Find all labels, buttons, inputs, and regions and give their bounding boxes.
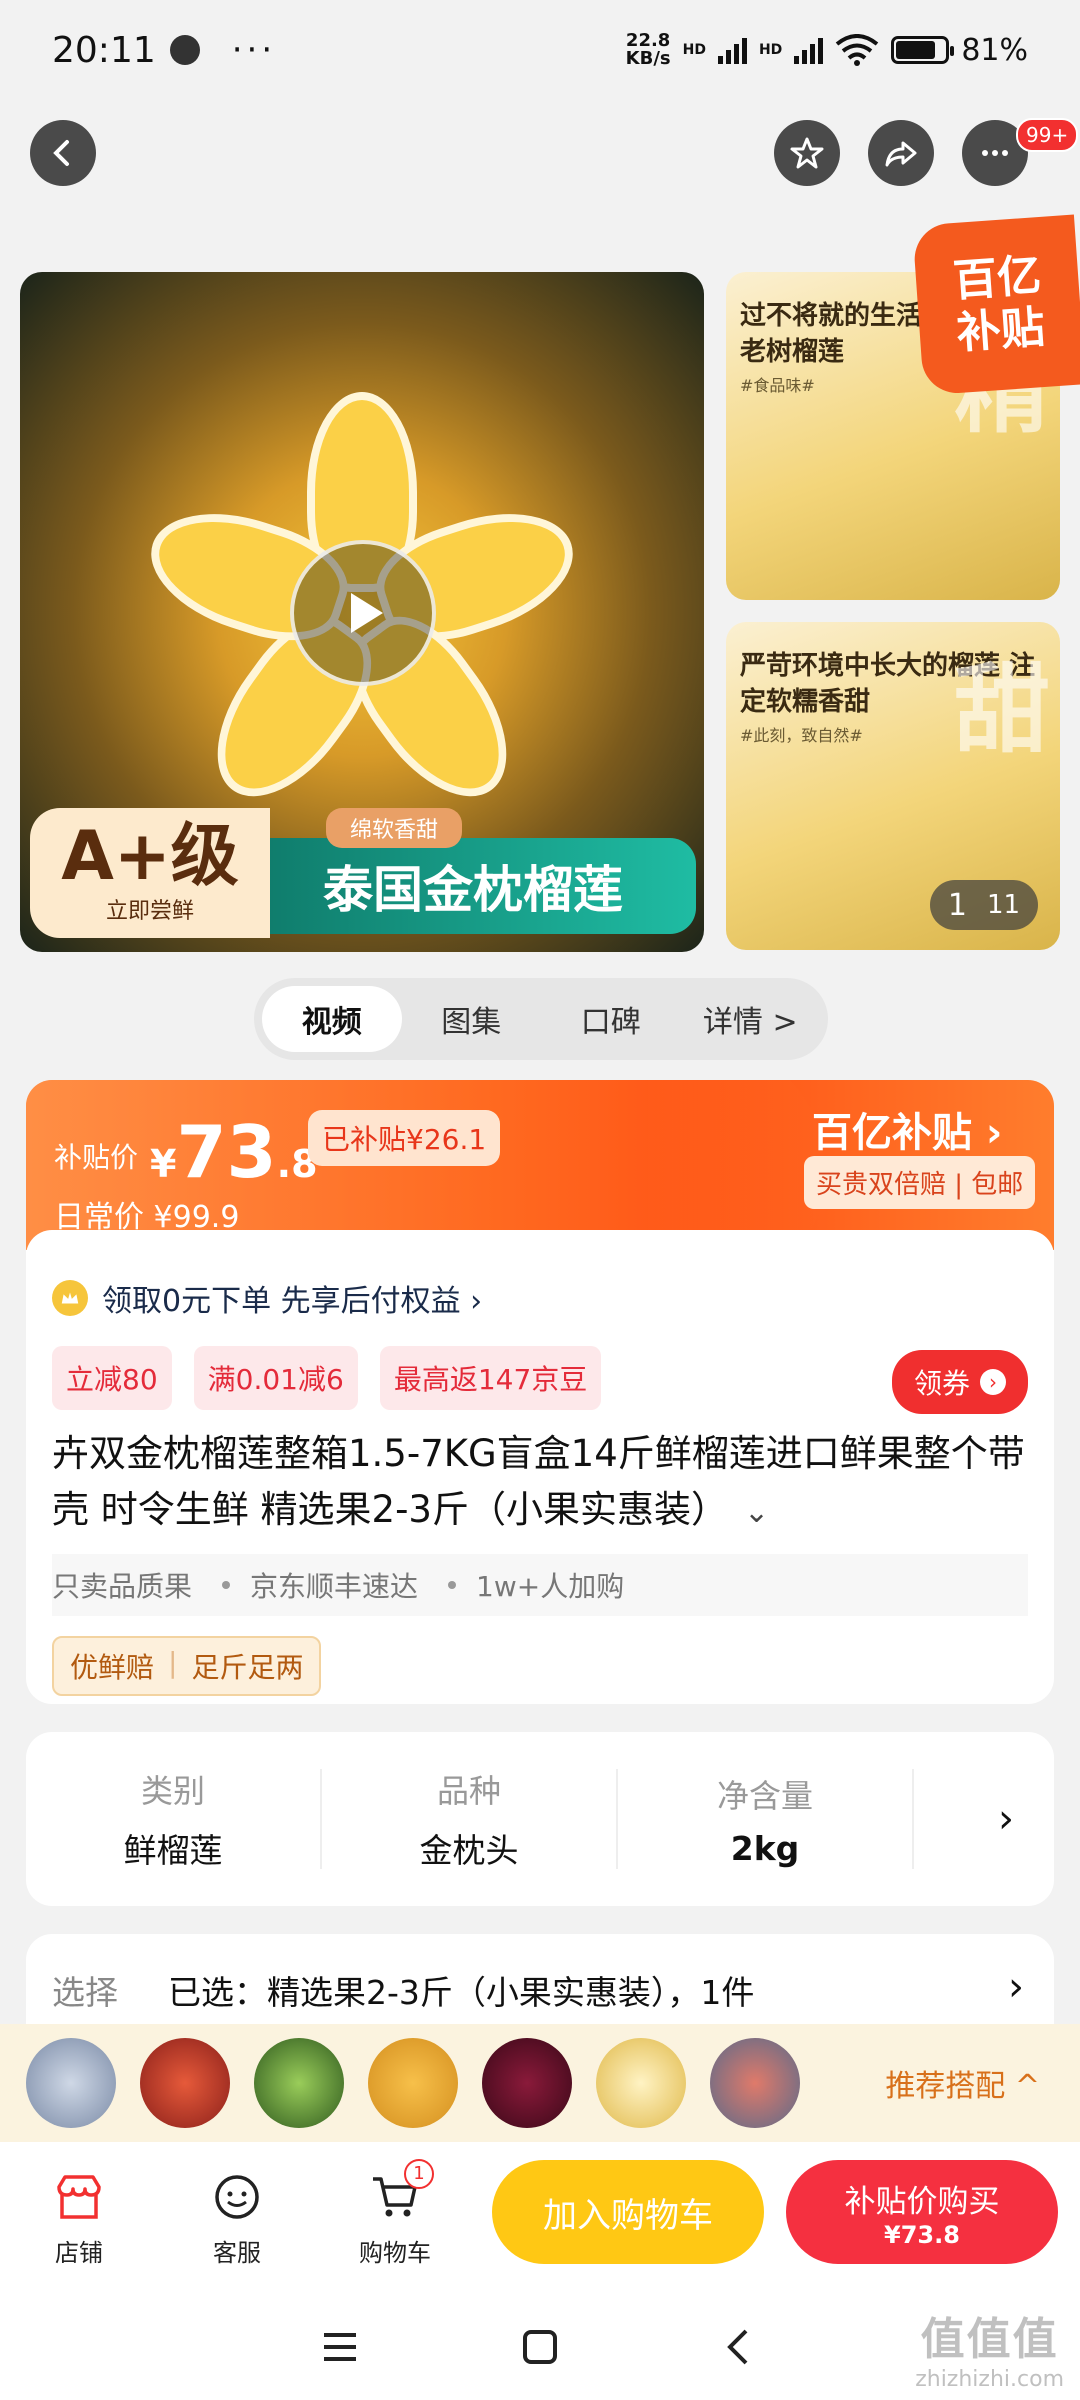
wifi-icon	[836, 34, 879, 66]
specs-card[interactable]: 类别 鲜榴莲 品种 金枕头 净含量 2kg ›	[26, 1732, 1054, 1906]
customer-service-button[interactable]: 客服	[158, 2169, 316, 2268]
service-tags[interactable]: 优鲜赔 | 足斤足两	[52, 1636, 322, 1696]
price-card: 补贴价 ¥ 73 .8 已补贴¥26.1 日常价 ¥99.9 百亿补贴 › 买贵…	[26, 1080, 1054, 1250]
favorite-button[interactable]	[774, 120, 840, 186]
status-time: 20:11	[52, 29, 156, 71]
feature-item: 1w+人加购	[476, 1570, 625, 1603]
main-product-video[interactable]: 泰国金枕榴莲 A+级 立即尝鲜 绵软香甜	[20, 272, 704, 952]
selected-option: 已选：精选果2-3斤（小果实惠装），1件	[168, 1973, 755, 2012]
chevron-right-icon: ›	[980, 1369, 1006, 1395]
watermark: 值值值 zhizhizhi.com	[915, 2314, 1064, 2392]
thumb-big-char: 甜	[954, 653, 1050, 766]
net-speed: 22.8 KB/s	[625, 30, 671, 69]
product-banner: 泰国金枕榴莲	[250, 838, 696, 934]
store-icon	[57, 2174, 101, 2219]
subsidy-price-label: 补贴价	[54, 1141, 139, 1174]
subsidy-logo[interactable]: 百亿补贴 ›	[812, 1100, 1002, 1158]
tab-gallery[interactable]: 图集	[402, 986, 542, 1052]
status-bar: 20:11 ··· 22.8 KB/s HD HD 81%	[0, 0, 1080, 100]
cart-count-badge: 1	[404, 2158, 434, 2189]
play-icon	[351, 593, 383, 633]
reco-thumb[interactable]	[254, 2038, 344, 2128]
signal-icon-2	[794, 36, 824, 64]
share-button[interactable]	[868, 120, 934, 186]
battery-icon	[891, 36, 955, 64]
menu-icon[interactable]	[318, 2325, 362, 2369]
more-notifications-icon: ···	[231, 30, 277, 70]
add-to-cart-button[interactable]: 加入购物车	[492, 2160, 764, 2264]
more-dots-icon	[982, 150, 1008, 156]
media-tabs: 视频 图集 口碑 详情 >	[254, 978, 828, 1060]
spec-variety: 品种 金枕头	[322, 1769, 618, 1870]
feature-list: 只卖品质果 京东顺丰速达 1w+人加购	[52, 1554, 1028, 1616]
get-coupon-button[interactable]: 领券 ›	[891, 1350, 1028, 1414]
pay-later-link[interactable]: 领取0元下单 先享后付权益 ›	[52, 1276, 482, 1320]
back-nav-icon[interactable]	[718, 2325, 762, 2369]
battery-percent: 81%	[961, 32, 1028, 68]
back-button[interactable]	[30, 120, 96, 186]
product-title: 卉双金枕榴莲整箱1.5-7KG盲盒14斤鲜榴莲进口鲜果整个带壳 时令生鲜 精选果…	[52, 1426, 1032, 1541]
home-icon[interactable]	[518, 2325, 562, 2369]
grade-badge: A+级 立即尝鲜	[30, 808, 270, 938]
star-icon	[790, 137, 824, 169]
chevron-down-icon[interactable]: ⌄	[744, 1485, 769, 1541]
image-counter: 1 11	[930, 880, 1038, 930]
reco-thumb[interactable]	[596, 2038, 686, 2128]
coupon-tag[interactable]: 满0.01减6	[193, 1346, 358, 1410]
coupon-list: 立减80 满0.01减6 最高返147京豆	[52, 1346, 602, 1410]
reco-thumb[interactable]	[140, 2038, 230, 2128]
play-button[interactable]	[290, 540, 436, 686]
reco-thumb[interactable]	[26, 2038, 116, 2128]
message-badge: 99+	[1016, 118, 1079, 152]
coupon-tag[interactable]: 最高返147京豆	[379, 1346, 602, 1410]
chevron-left-icon	[53, 140, 69, 166]
spec-net-weight: 净含量 2kg	[618, 1769, 914, 1869]
chat-smile-icon	[215, 2174, 259, 2219]
spec-category: 类别 鲜榴莲	[26, 1769, 322, 1870]
reco-thumb[interactable]	[482, 2038, 572, 2128]
tab-reviews[interactable]: 口碑	[541, 986, 681, 1052]
chevron-right-icon: ›	[1008, 1964, 1024, 2010]
tab-details[interactable]: 详情 >	[681, 986, 821, 1052]
select-label: 选择	[52, 1973, 118, 2012]
cart-button[interactable]: 购物车 1	[316, 2158, 474, 2268]
subsidy-price: ¥ 73 .8	[150, 1110, 318, 1194]
buy-now-button[interactable]: 补贴价购买 ¥73.8	[786, 2160, 1058, 2264]
feature-item: 京东顺丰速达	[250, 1570, 419, 1603]
subsidy-corner-badge: 百亿 补贴	[912, 214, 1080, 396]
guarantee-badge: 买贵双倍赔 | 包邮	[804, 1156, 1036, 1209]
store-button[interactable]: 店铺	[0, 2169, 158, 2268]
crown-icon	[52, 1280, 88, 1316]
subsidy-amount-badge: 已补贴¥26.1	[308, 1110, 501, 1166]
reco-thumb[interactable]	[710, 2038, 800, 2128]
share-icon	[885, 141, 917, 167]
feature-item: 只卖品质果	[52, 1570, 193, 1603]
tab-video[interactable]: 视频	[262, 986, 402, 1052]
thumb-hashtag: #食品味#	[740, 376, 815, 395]
hd-label-2: HD	[758, 42, 783, 58]
coupon-tag[interactable]: 立减80	[52, 1346, 172, 1410]
taste-tag: 绵软香甜	[326, 808, 463, 848]
thumb-hashtag: #此刻，致自然#	[740, 726, 863, 745]
signal-icon	[717, 36, 747, 64]
recommend-toggle[interactable]: 推荐搭配 ^	[885, 2061, 1040, 2105]
product-info-card: 领取0元下单 先享后付权益 › 立减80 满0.01减6 最高返147京豆 领券…	[26, 1230, 1054, 1704]
hd-label-1: HD	[682, 42, 706, 58]
chevron-right-icon[interactable]: ›	[998, 1796, 1014, 1842]
recommend-strip: 推荐搭配 ^	[0, 2024, 1080, 2142]
alarm-icon	[169, 35, 200, 65]
reco-thumb[interactable]	[368, 2038, 458, 2128]
bottom-action-bar: 店铺 客服 购物车 1 加入购物车 补贴价购买 ¥73.8	[0, 2142, 1080, 2294]
